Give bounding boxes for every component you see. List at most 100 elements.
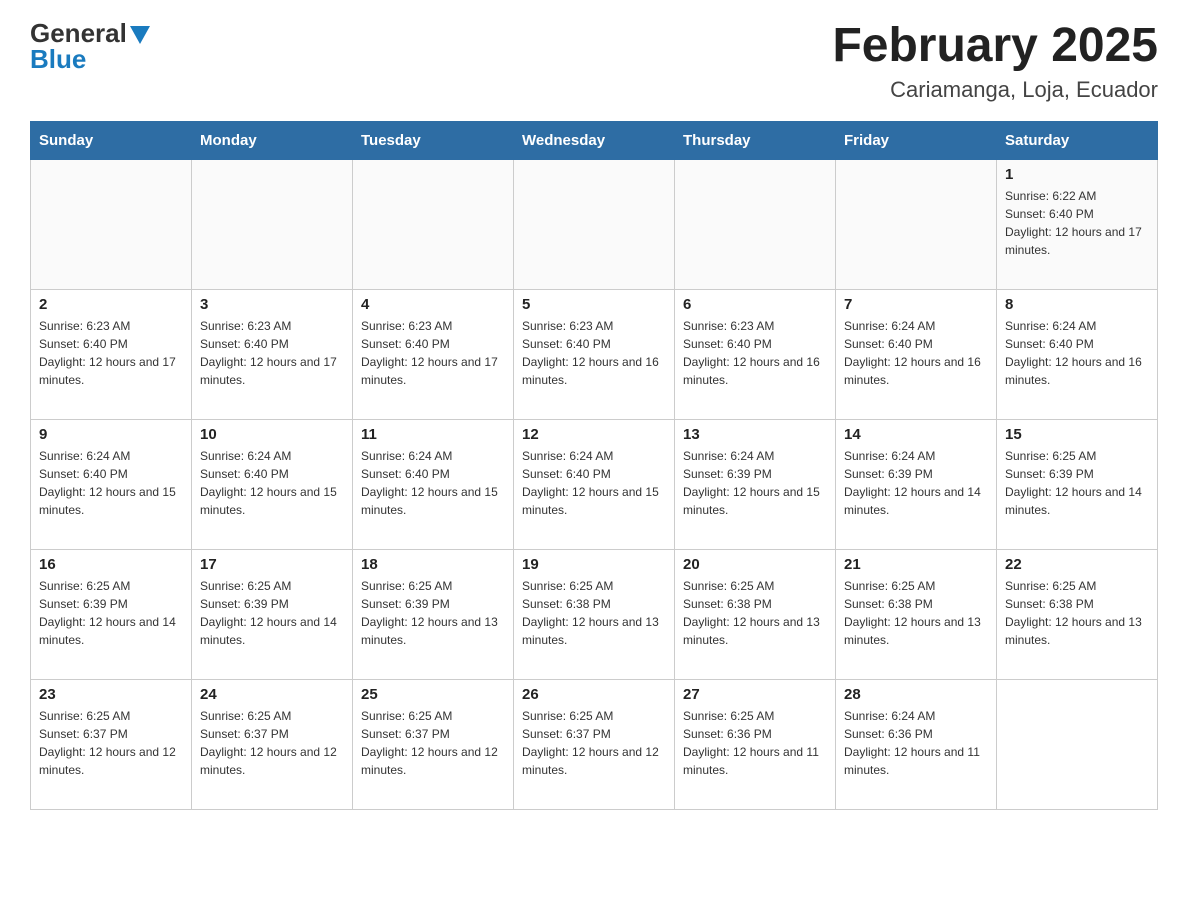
day-header-monday: Monday: [192, 121, 353, 159]
day-info: Sunrise: 6:25 AM Sunset: 6:39 PM Dayligh…: [200, 577, 344, 649]
logo-triangle-icon: [130, 26, 150, 44]
calendar-cell: 14 Sunrise: 6:24 AM Sunset: 6:39 PM Dayli…: [836, 419, 997, 549]
day-info: Sunrise: 6:24 AM Sunset: 6:40 PM Dayligh…: [200, 447, 344, 519]
calendar-cell: 23 Sunrise: 6:25 AM Sunset: 6:37 PM Dayli…: [31, 679, 192, 809]
calendar-cell: [997, 679, 1158, 809]
day-info: Sunrise: 6:25 AM Sunset: 6:37 PM Dayligh…: [39, 707, 183, 779]
day-number: 16: [39, 556, 183, 573]
day-number: 12: [522, 426, 666, 443]
day-number: 2: [39, 296, 183, 313]
calendar-body: 1 Sunrise: 6:22 AM Sunset: 6:40 PM Daylig…: [31, 159, 1158, 809]
day-number: 26: [522, 686, 666, 703]
day-info: Sunrise: 6:24 AM Sunset: 6:40 PM Dayligh…: [361, 447, 505, 519]
day-info: Sunrise: 6:23 AM Sunset: 6:40 PM Dayligh…: [39, 317, 183, 389]
calendar-cell: [675, 159, 836, 289]
calendar-cell: 13 Sunrise: 6:24 AM Sunset: 6:39 PM Dayli…: [675, 419, 836, 549]
day-info: Sunrise: 6:24 AM Sunset: 6:40 PM Dayligh…: [522, 447, 666, 519]
day-number: 1: [1005, 166, 1149, 183]
day-info: Sunrise: 6:25 AM Sunset: 6:38 PM Dayligh…: [844, 577, 988, 649]
day-info: Sunrise: 6:24 AM Sunset: 6:40 PM Dayligh…: [39, 447, 183, 519]
day-info: Sunrise: 6:25 AM Sunset: 6:37 PM Dayligh…: [200, 707, 344, 779]
calendar-cell: 3 Sunrise: 6:23 AM Sunset: 6:40 PM Daylig…: [192, 289, 353, 419]
day-number: 8: [1005, 296, 1149, 313]
day-number: 4: [361, 296, 505, 313]
day-number: 23: [39, 686, 183, 703]
title-area: February 2025 Cariamanga, Loja, Ecuador: [832, 20, 1158, 103]
day-number: 19: [522, 556, 666, 573]
calendar-cell: 25Sunrise: 6:25 AM Sunset: 6:37 PM Dayli…: [353, 679, 514, 809]
day-number: 18: [361, 556, 505, 573]
calendar-cell: 2 Sunrise: 6:23 AM Sunset: 6:40 PM Daylig…: [31, 289, 192, 419]
calendar-cell: 11 Sunrise: 6:24 AM Sunset: 6:40 PM Dayli…: [353, 419, 514, 549]
day-number: 6: [683, 296, 827, 313]
day-info: Sunrise: 6:25 AM Sunset: 6:38 PM Dayligh…: [522, 577, 666, 649]
day-number: 22: [1005, 556, 1149, 573]
day-info: Sunrise: 6:25 AM Sunset: 6:37 PM Dayligh…: [361, 707, 505, 779]
day-info: Sunrise: 6:23 AM Sunset: 6:40 PM Dayligh…: [200, 317, 344, 389]
week-row-1: 1 Sunrise: 6:22 AM Sunset: 6:40 PM Daylig…: [31, 159, 1158, 289]
calendar-cell: [836, 159, 997, 289]
day-number: 24: [200, 686, 344, 703]
day-info: Sunrise: 6:25 AM Sunset: 6:39 PM Dayligh…: [39, 577, 183, 649]
calendar-cell: 15 Sunrise: 6:25 AM Sunset: 6:39 PM Dayli…: [997, 419, 1158, 549]
day-info: Sunrise: 6:22 AM Sunset: 6:40 PM Dayligh…: [1005, 187, 1149, 259]
calendar-cell: 18 Sunrise: 6:25 AM Sunset: 6:39 PM Dayli…: [353, 549, 514, 679]
day-number: 27: [683, 686, 827, 703]
day-number: 11: [361, 426, 505, 443]
calendar-cell: [192, 159, 353, 289]
day-info: Sunrise: 6:24 AM Sunset: 6:40 PM Dayligh…: [844, 317, 988, 389]
header-row: SundayMondayTuesdayWednesdayThursdayFrid…: [31, 121, 1158, 159]
day-header-friday: Friday: [836, 121, 997, 159]
calendar-cell: 12 Sunrise: 6:24 AM Sunset: 6:40 PM Dayli…: [514, 419, 675, 549]
week-row-4: 16 Sunrise: 6:25 AM Sunset: 6:39 PM Dayli…: [31, 549, 1158, 679]
day-number: 7: [844, 296, 988, 313]
calendar-cell: 10Sunrise: 6:24 AM Sunset: 6:40 PM Dayli…: [192, 419, 353, 549]
day-number: 14: [844, 426, 988, 443]
day-header-tuesday: Tuesday: [353, 121, 514, 159]
week-row-2: 2 Sunrise: 6:23 AM Sunset: 6:40 PM Daylig…: [31, 289, 1158, 419]
day-info: Sunrise: 6:25 AM Sunset: 6:38 PM Dayligh…: [1005, 577, 1149, 649]
day-header-saturday: Saturday: [997, 121, 1158, 159]
calendar-cell: 17 Sunrise: 6:25 AM Sunset: 6:39 PM Dayli…: [192, 549, 353, 679]
day-info: Sunrise: 6:25 AM Sunset: 6:36 PM Dayligh…: [683, 707, 827, 779]
day-info: Sunrise: 6:23 AM Sunset: 6:40 PM Dayligh…: [683, 317, 827, 389]
calendar-cell: 5 Sunrise: 6:23 AM Sunset: 6:40 PM Daylig…: [514, 289, 675, 419]
calendar-header: SundayMondayTuesdayWednesdayThursdayFrid…: [31, 121, 1158, 159]
day-info: Sunrise: 6:25 AM Sunset: 6:38 PM Dayligh…: [683, 577, 827, 649]
day-info: Sunrise: 6:24 AM Sunset: 6:39 PM Dayligh…: [683, 447, 827, 519]
day-info: Sunrise: 6:24 AM Sunset: 6:39 PM Dayligh…: [844, 447, 988, 519]
day-number: 20: [683, 556, 827, 573]
calendar-cell: [353, 159, 514, 289]
calendar-cell: 4 Sunrise: 6:23 AM Sunset: 6:40 PM Daylig…: [353, 289, 514, 419]
calendar-cell: 9 Sunrise: 6:24 AM Sunset: 6:40 PM Daylig…: [31, 419, 192, 549]
day-number: 17: [200, 556, 344, 573]
calendar-cell: [514, 159, 675, 289]
logo-blue-text: Blue: [30, 46, 86, 72]
day-info: Sunrise: 6:25 AM Sunset: 6:39 PM Dayligh…: [361, 577, 505, 649]
day-info: Sunrise: 6:24 AM Sunset: 6:40 PM Dayligh…: [1005, 317, 1149, 389]
calendar-cell: 6 Sunrise: 6:23 AM Sunset: 6:40 PM Daylig…: [675, 289, 836, 419]
calendar-cell: 20 Sunrise: 6:25 AM Sunset: 6:38 PM Dayli…: [675, 549, 836, 679]
day-number: 21: [844, 556, 988, 573]
day-info: Sunrise: 6:23 AM Sunset: 6:40 PM Dayligh…: [361, 317, 505, 389]
location-subtitle: Cariamanga, Loja, Ecuador: [832, 77, 1158, 103]
day-number: 28: [844, 686, 988, 703]
calendar-cell: 19 Sunrise: 6:25 AM Sunset: 6:38 PM Dayli…: [514, 549, 675, 679]
logo: General Blue: [30, 20, 150, 72]
day-info: Sunrise: 6:23 AM Sunset: 6:40 PM Dayligh…: [522, 317, 666, 389]
calendar-cell: 26Sunrise: 6:25 AM Sunset: 6:37 PM Dayli…: [514, 679, 675, 809]
calendar-table: SundayMondayTuesdayWednesdayThursdayFrid…: [30, 121, 1158, 810]
logo-general-text: General: [30, 20, 127, 46]
day-number: 13: [683, 426, 827, 443]
calendar-cell: 7 Sunrise: 6:24 AM Sunset: 6:40 PM Daylig…: [836, 289, 997, 419]
calendar-cell: [31, 159, 192, 289]
calendar-cell: 16 Sunrise: 6:25 AM Sunset: 6:39 PM Dayli…: [31, 549, 192, 679]
calendar-cell: 8 Sunrise: 6:24 AM Sunset: 6:40 PM Daylig…: [997, 289, 1158, 419]
day-number: 15: [1005, 426, 1149, 443]
calendar-cell: 1 Sunrise: 6:22 AM Sunset: 6:40 PM Daylig…: [997, 159, 1158, 289]
page-header: General Blue February 2025 Cariamanga, L…: [30, 20, 1158, 103]
day-number: 5: [522, 296, 666, 313]
day-number: 9: [39, 426, 183, 443]
day-info: Sunrise: 6:25 AM Sunset: 6:39 PM Dayligh…: [1005, 447, 1149, 519]
day-number: 3: [200, 296, 344, 313]
